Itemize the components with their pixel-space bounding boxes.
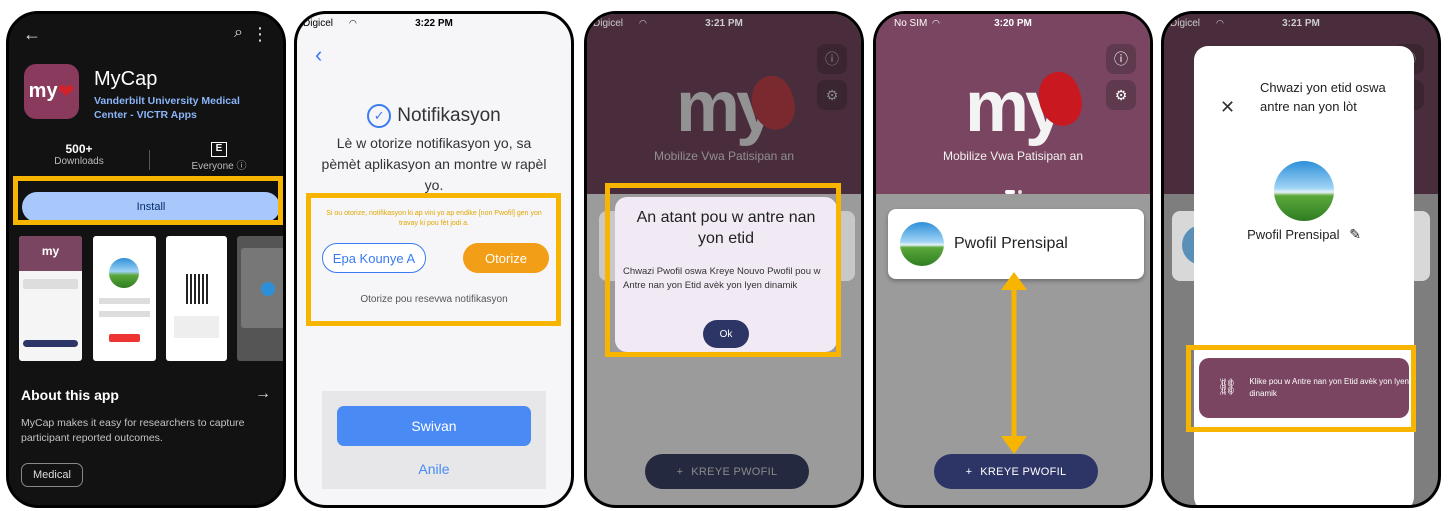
check-circle-icon: ✓: [367, 104, 392, 128]
profile-avatar: [900, 222, 944, 266]
back-arrow-icon[interactable]: ←: [23, 24, 41, 45]
profile-avatar: [1274, 161, 1334, 221]
arrow-head-up: [1001, 272, 1027, 290]
choose-study-sheet: ✕ Chwazi yon etid oswa antre nan yon lòt…: [1194, 46, 1414, 505]
tutorial-composite: ← ⌕ ⋮ my ❤ MyCap Vanderbilt University Me…: [0, 0, 1449, 511]
app-header: ⓘ ⚙ my Mobilize Vwa Patisipan an: [587, 14, 861, 194]
bottom-actions: Swivan Anile: [322, 391, 546, 489]
back-chevron-icon[interactable]: ‹: [315, 42, 322, 68]
app-stats: 500+ Downloads E Everyone ⓘ: [9, 142, 283, 182]
plus-icon: +: [965, 465, 973, 478]
plus-icon: +: [676, 465, 684, 478]
notification-body: Lè w otorize notifikasyon yo, sa pèmèt a…: [321, 135, 547, 193]
link-icon: ⛓: [1217, 379, 1238, 396]
app-name: MyCap: [94, 68, 158, 90]
stats-divider: [149, 150, 150, 170]
status-bar: Digicel ◠ 3:22 PM: [297, 14, 571, 32]
install-button[interactable]: Install: [22, 192, 280, 222]
profile-card[interactable]: Pwofil Prensipal: [888, 209, 1144, 279]
receive-notifications-link[interactable]: Otorize pou resevwa notifikasyon: [297, 294, 571, 305]
close-icon[interactable]: ✕: [1220, 97, 1235, 118]
status-bar: No SIM ◠ 3:20 PM: [876, 14, 1150, 32]
about-title[interactable]: About this app: [21, 387, 119, 403]
category-chip[interactable]: Medical: [21, 463, 83, 487]
phone-profile: No SIM ◠ 3:20 PM ⓘ ⚙ my Mobilize Vwa Pat…: [873, 11, 1153, 508]
app-logo-text: my: [964, 67, 1065, 147]
phone-play-store: ← ⌕ ⋮ my ❤ MyCap Vanderbilt University Me…: [6, 11, 286, 508]
arrow-right-icon[interactable]: →: [255, 385, 271, 403]
app-logo: my ❤: [24, 64, 79, 119]
downloads-label: Downloads: [54, 156, 104, 167]
notification-title: ✓ Notifikasyon: [297, 104, 571, 128]
page-indicator: [876, 190, 1150, 194]
app-logo-text: my: [675, 67, 776, 147]
downloads-count: 500+: [65, 142, 93, 156]
sheet-title: Chwazi yon etid oswa antre nan yon lòt: [1260, 80, 1386, 114]
app-tagline: Mobilize Vwa Patisipan an: [653, 149, 795, 163]
search-icon[interactable]: ⌕: [234, 24, 243, 42]
screenshot-thumb[interactable]: [166, 236, 227, 361]
double-arrow-annotation: [1001, 272, 1027, 454]
arrow-head-down: [1001, 436, 1027, 454]
waiting-dialog: An atant pou w antre nan yon etid Chwazi…: [615, 197, 837, 352]
arrow-shaft: [1011, 288, 1017, 438]
profile-name: Pwofil Prensipal ✎: [1247, 226, 1361, 242]
notification-small-text: Si ou otorize, notifikasyon ki ap vini y…: [326, 210, 542, 227]
screenshot-thumb[interactable]: my: [19, 236, 82, 361]
phone-notifications: Digicel ◠ 3:22 PM ‹ ✓ Notifikasyon Lè w …: [294, 11, 574, 508]
cancel-button[interactable]: Anile: [322, 461, 546, 477]
dynamic-link-button[interactable]: ⛓ Klike pou w Antre nan yon Etid avèk yo…: [1199, 358, 1409, 418]
dialog-body: Chwazi Pwofil oswa Kreye Nouvo Pwofil po…: [623, 266, 821, 291]
status-time: 3:20 PM: [994, 17, 1032, 29]
create-profile-button[interactable]: + KREYE PWOFIL: [934, 454, 1098, 489]
dialog-title: An atant pou w antre nan yon etid: [636, 209, 816, 247]
status-time: 3:21 PM: [1282, 17, 1320, 29]
create-profile-button[interactable]: + KREYE PWOFIL: [645, 454, 809, 489]
not-now-button[interactable]: Epa Kounye A: [322, 243, 426, 273]
status-time: 3:22 PM: [415, 17, 453, 29]
play-store-toolbar: ← ⌕ ⋮: [23, 24, 269, 48]
phone-waiting-dialog: Digicel ◠ 3:21 PM ⓘ ⚙ my Mobilize Vwa Pa…: [584, 11, 864, 508]
authorize-button[interactable]: Otorize: [463, 243, 549, 273]
screenshot-thumb[interactable]: [237, 236, 283, 361]
status-bar: Digicel ◠ 3:21 PM: [587, 14, 861, 32]
phone-choose-study: Digicel ◠ 3:21 PM ⓘ ⚙ ✕ Chwazi yon etid …: [1161, 11, 1441, 508]
app-header: ⓘ ⚙ my Mobilize Vwa Patisipan an: [876, 14, 1150, 194]
ok-button[interactable]: Ok: [703, 320, 749, 348]
content-rating-icon: E: [211, 142, 227, 157]
app-developer[interactable]: Vanderbilt University Medical Center - V…: [94, 94, 264, 122]
status-bar: Digicel ◠ 3:21 PM: [1164, 14, 1438, 32]
content-rating-label[interactable]: Everyone ⓘ: [179, 157, 259, 172]
edit-pencil-icon[interactable]: ✎: [1349, 226, 1361, 242]
status-time: 3:21 PM: [705, 17, 743, 29]
about-description: MyCap makes it easy for researchers to c…: [21, 417, 245, 444]
screenshot-thumb[interactable]: [93, 236, 156, 361]
profile-name: Pwofil Prensipal: [954, 235, 1068, 252]
more-vert-icon[interactable]: ⋮: [251, 24, 269, 45]
next-button[interactable]: Swivan: [337, 406, 531, 446]
app-tagline: Mobilize Vwa Patisipan an: [942, 149, 1084, 163]
